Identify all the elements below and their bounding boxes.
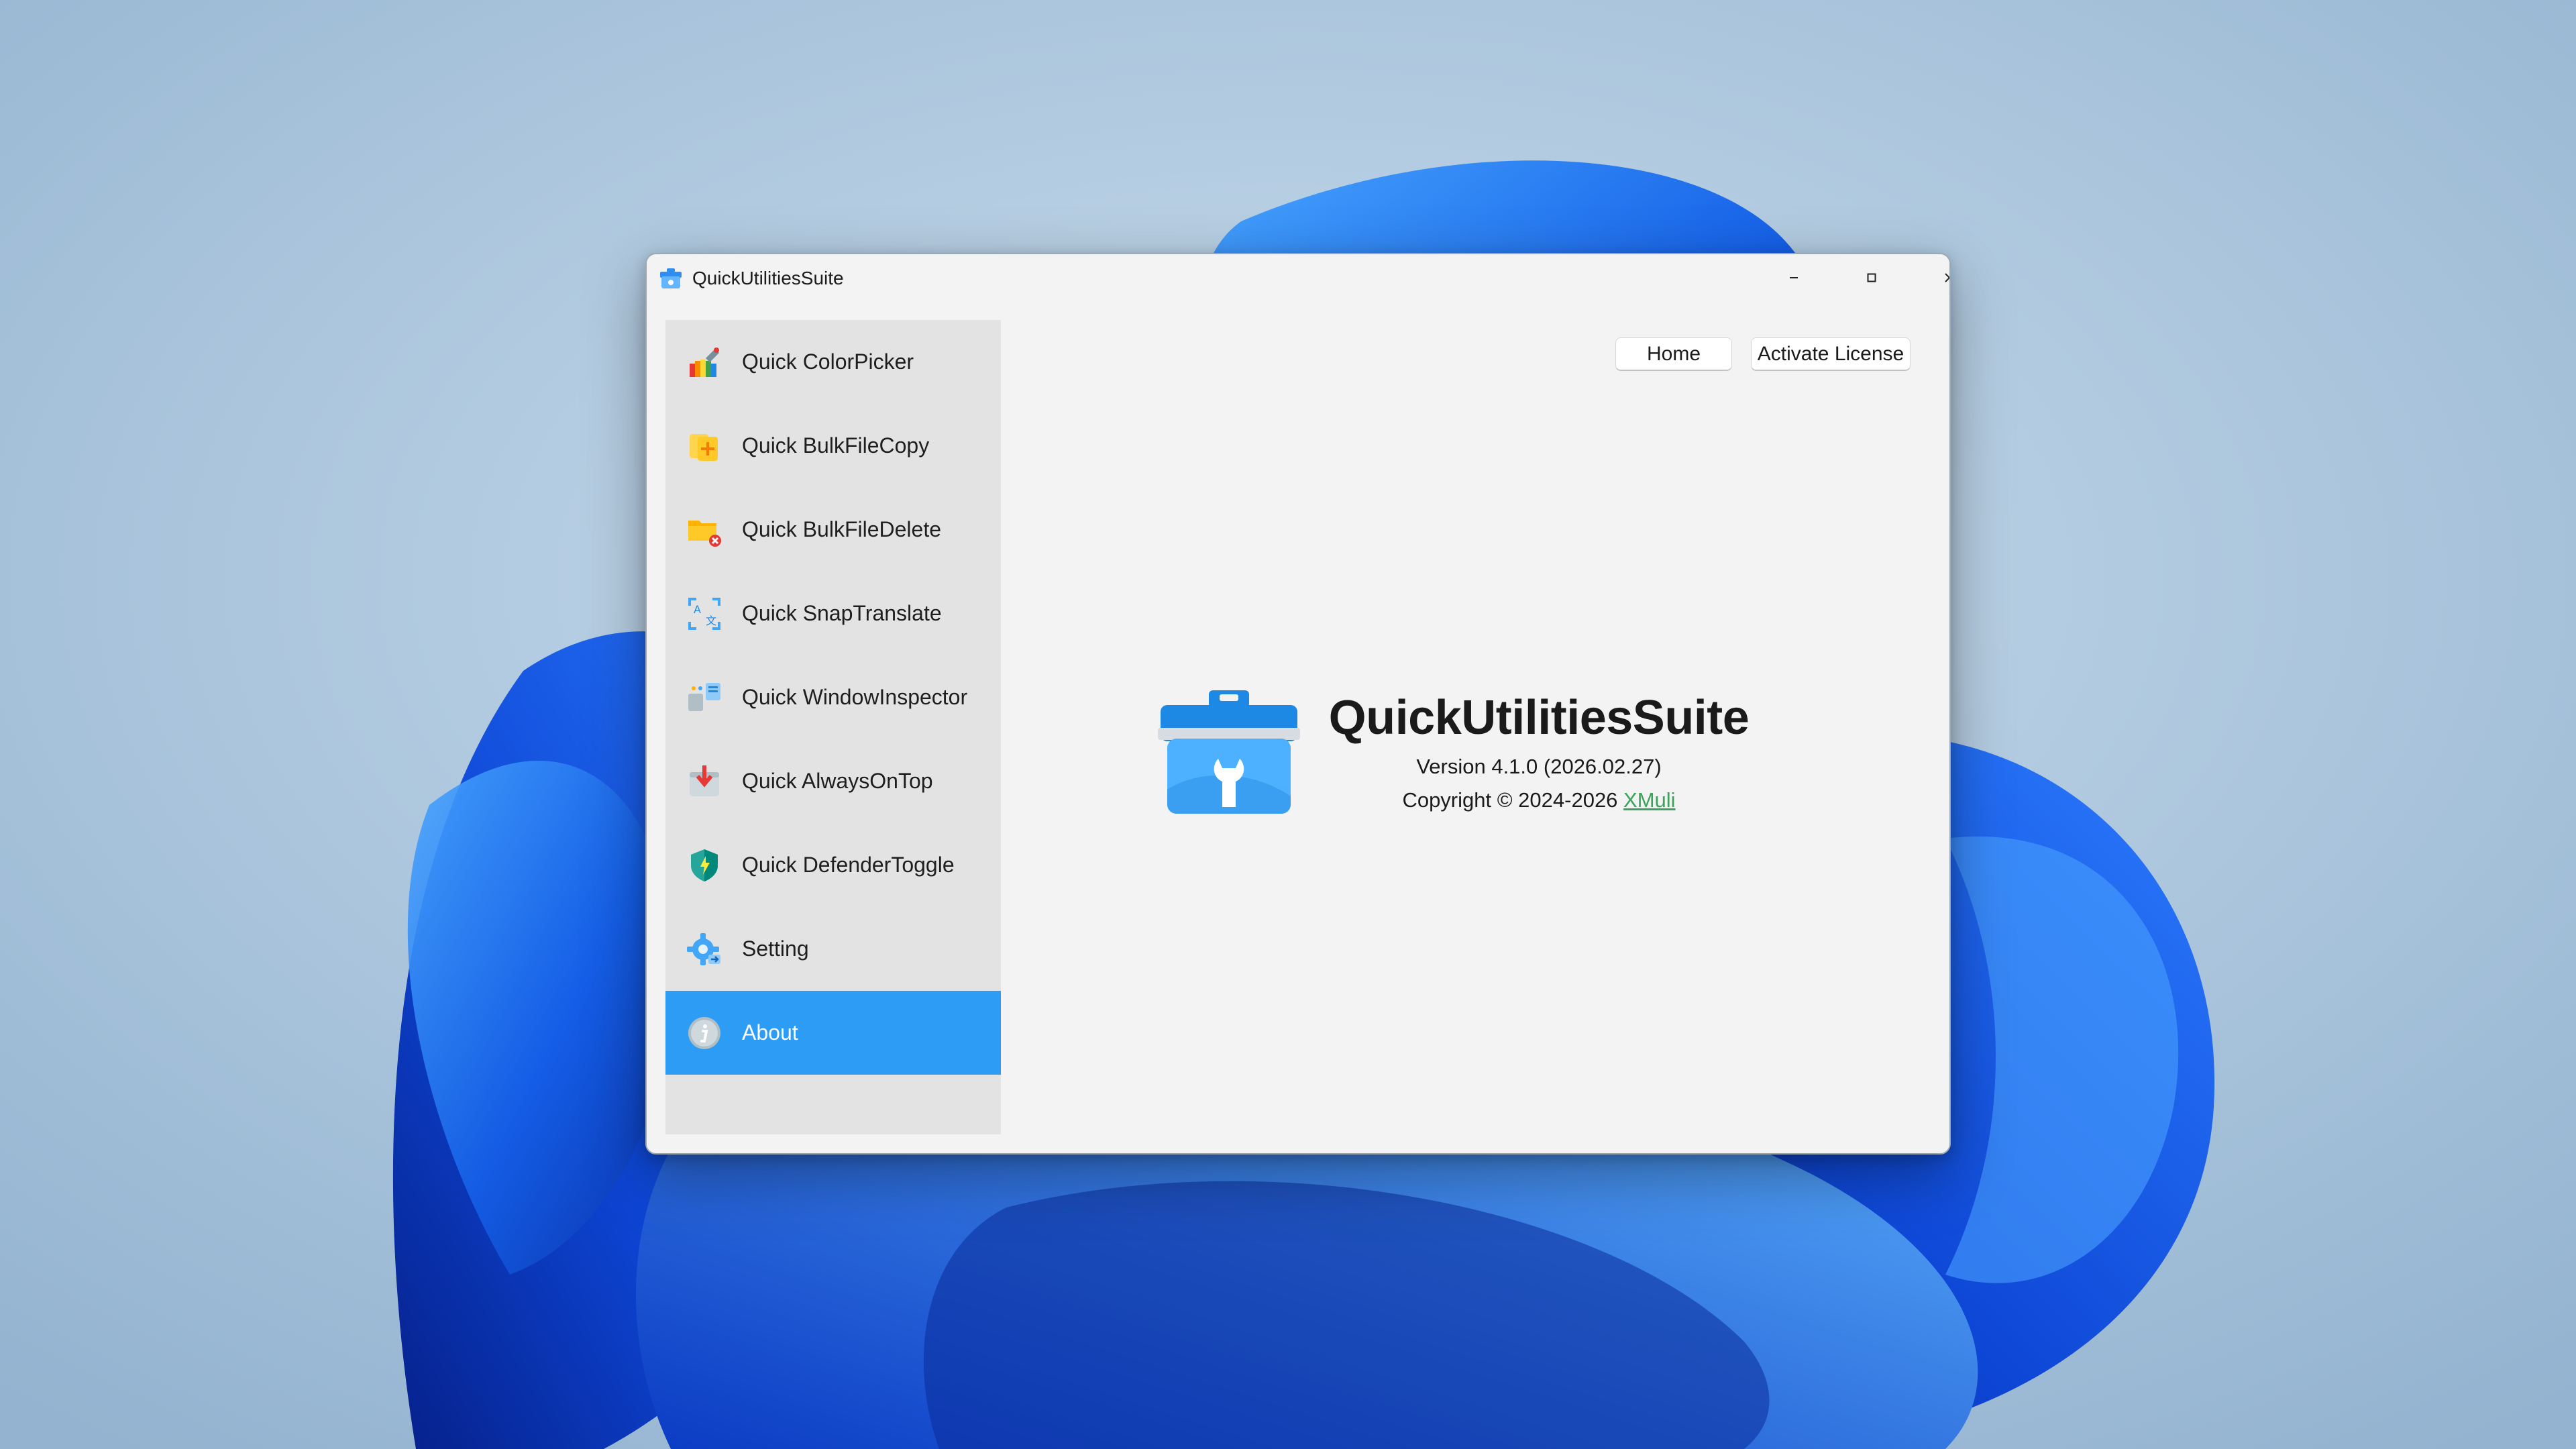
sidebar-item-label: Quick BulkFileDelete (742, 517, 941, 541)
pin-on-top-icon (690, 765, 719, 796)
sidebar-item-label: Quick BulkFileCopy (742, 433, 930, 458)
activate-license-button[interactable]: Activate License (1751, 337, 1911, 371)
maximize-button[interactable] (1833, 254, 1911, 301)
window-title: QuickUtilitiesSuite (692, 268, 844, 288)
sidebar-item-label: About (742, 1020, 798, 1044)
svg-text:文: 文 (706, 614, 716, 627)
toolbox-logo-icon (1158, 690, 1300, 814)
file-copy-icon (690, 433, 718, 461)
toolbox-app-icon (660, 268, 682, 288)
close-icon (1945, 273, 1949, 282)
info-icon (688, 1016, 720, 1049)
sidebar-item-bulkfilecopy[interactable]: Quick BulkFileCopy (665, 404, 1001, 488)
sidebar-item-defendertoggle[interactable]: Quick DefenderToggle (665, 823, 1001, 907)
about-app-title: QuickUtilitiesSuite (1328, 691, 1750, 745)
file-delete-icon (688, 520, 721, 547)
app-window: QuickUtilitiesSuite Quick ColorPicker Qu… (645, 253, 1951, 1155)
sidebar-item-label: Quick ColorPicker (742, 350, 914, 374)
sidebar-item-bulkfiledelete[interactable]: Quick BulkFileDelete (665, 488, 1001, 572)
sidebar-item-label: Quick DefenderToggle (742, 853, 955, 877)
settings-gear-icon (687, 932, 720, 965)
sidebar-item-snaptranslate[interactable]: A 文 Quick SnapTranslate (665, 572, 1001, 655)
about-copyright: Copyright © 2024-2026 XMuli (1324, 788, 1754, 812)
copyright-text: Copyright © 2024-2026 (1402, 788, 1624, 812)
svg-text:A: A (694, 603, 701, 616)
color-picker-icon (690, 347, 719, 377)
sidebar-item-label: Quick SnapTranslate (742, 601, 942, 625)
sidebar-nav: Quick ColorPicker Quick BulkFileCopy Qui… (665, 320, 1001, 1134)
sidebar-item-setting[interactable]: Setting (665, 907, 1001, 991)
author-link[interactable]: XMuli (1623, 788, 1676, 812)
sidebar-item-label: Quick AlwaysOnTop (742, 769, 933, 793)
shield-icon (691, 849, 718, 881)
translate-icon: A 文 (688, 597, 720, 630)
sidebar-item-colorpicker[interactable]: Quick ColorPicker (665, 320, 1001, 404)
maximize-icon (1867, 273, 1876, 282)
home-button[interactable]: Home (1615, 337, 1732, 371)
sidebar-item-windowinspector[interactable]: Quick WindowInspector (665, 655, 1001, 739)
sidebar-item-label: Setting (742, 936, 809, 961)
close-button[interactable] (1911, 254, 1949, 301)
title-bar[interactable]: QuickUtilitiesSuite (647, 254, 1949, 301)
sidebar-item-about[interactable]: About (665, 991, 1001, 1075)
about-version: Version 4.1.0 (2026.02.27) (1416, 755, 1662, 778)
sidebar-item-label: Quick WindowInspector (742, 685, 968, 709)
minimize-button[interactable] (1755, 254, 1833, 301)
minimize-icon (1790, 277, 1798, 278)
sidebar-item-alwaysontop[interactable]: Quick AlwaysOnTop (665, 739, 1001, 823)
window-inspector-icon (688, 682, 720, 711)
